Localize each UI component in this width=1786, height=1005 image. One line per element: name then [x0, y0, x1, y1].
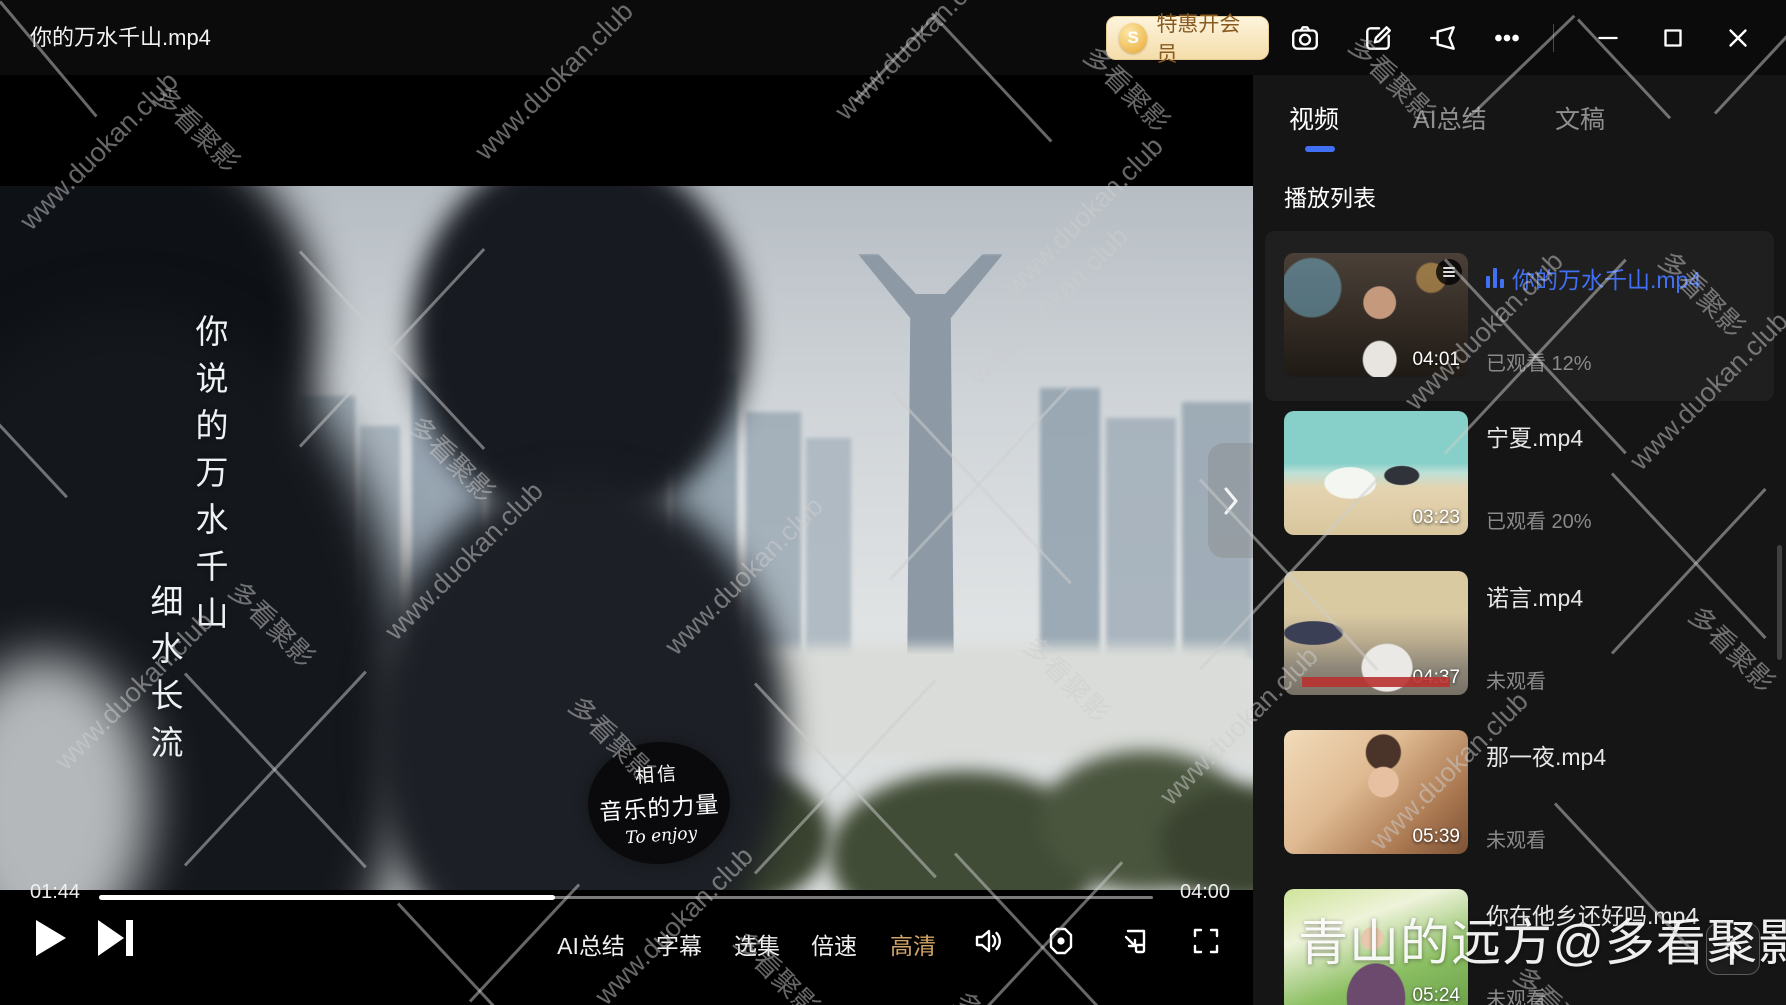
next-icon [98, 920, 124, 956]
logo-text-line1: 相信 [634, 759, 680, 789]
record-lens-icon [1045, 925, 1077, 957]
volume-button[interactable] [972, 925, 1004, 957]
logo-text-line3: To enjoy [625, 823, 698, 848]
maximize-button[interactable] [1657, 22, 1689, 54]
video-thumbnail[interactable]: 05:24 [1284, 889, 1468, 1005]
playlist-item-title[interactable]: 宁夏.mp4 [1486, 419, 1583, 453]
building-silhouette [1040, 388, 1100, 656]
arrow-up-icon [1720, 936, 1746, 962]
titlebar: 你的万水千山.mp4 S 特惠开会员 [0, 0, 1786, 75]
playlist-item-title[interactable]: 那一夜.mp4 [1486, 738, 1606, 772]
duration-badge: 05:24 [1412, 985, 1460, 1005]
watch-status: 未观看 [1486, 983, 1546, 1005]
episodes-button[interactable]: 选集 [734, 927, 780, 961]
lyrics-column-1: 你说的万水千山 [185, 314, 233, 643]
playlist-item-title[interactable]: 诺言.mp4 [1486, 579, 1583, 613]
lyrics-column-2: 细水长流 [140, 584, 188, 772]
progress-played [99, 895, 555, 900]
video-thumbnail[interactable]: 04:37 [1284, 571, 1468, 695]
ellipsis-icon [1492, 23, 1522, 53]
speaker-icon [972, 925, 1004, 957]
next-button[interactable] [98, 920, 142, 956]
pin-icon [1428, 23, 1458, 53]
vip-coin-icon: S [1119, 23, 1147, 53]
watch-status: 未观看 [1486, 665, 1546, 694]
minimize-button[interactable] [1592, 22, 1624, 54]
pin-on-top-button[interactable] [1427, 22, 1459, 54]
playlist-item[interactable]: 04:37 诺言.mp4 未观看 [1253, 571, 1786, 729]
video-thumbnail[interactable]: 03:23 [1284, 411, 1468, 535]
tab-ai-summary[interactable]: AI总结 [1413, 100, 1487, 136]
watch-status: 已观看 12% [1486, 347, 1592, 376]
close-button[interactable] [1722, 22, 1754, 54]
playlist-item-title[interactable]: 你在他乡还好吗.mp4 [1486, 897, 1698, 931]
duration-badge: 04:37 [1412, 667, 1460, 689]
playlist-item-title[interactable]: 你的万水千山.mp4 [1486, 261, 1701, 295]
subtitles-button[interactable]: 字幕 [656, 927, 702, 961]
notes-edit-button[interactable] [1362, 22, 1394, 54]
video-thumbnail[interactable]: 04:01 [1284, 253, 1468, 377]
scroll-to-top-button[interactable] [1706, 923, 1760, 975]
video-player-window: 你的万水千山.mp4 S 特惠开会员 [0, 0, 1786, 1005]
sidebar-collapse-handle[interactable] [1208, 443, 1253, 558]
picture-in-picture-icon [1118, 925, 1150, 957]
current-time: 01:44 [30, 881, 80, 904]
chevron-right-icon [1220, 484, 1242, 518]
thumbnail-menu-icon [1436, 259, 1462, 285]
vip-button-label: 特惠开会员 [1156, 8, 1256, 68]
playlist-item[interactable]: 03:23 宁夏.mp4 已观看 20% [1253, 411, 1786, 569]
more-options-button[interactable] [1491, 22, 1523, 54]
duration-badge: 04:01 [1412, 349, 1460, 371]
progress-bar[interactable] [99, 895, 1153, 900]
tab-transcript[interactable]: 文稿 [1555, 100, 1605, 136]
playlist-header: 播放列表 [1284, 179, 1376, 213]
quality-button[interactable]: 高清 [890, 927, 936, 961]
window-title: 你的万水千山.mp4 [30, 0, 211, 75]
tab-video[interactable]: 视频 [1289, 100, 1339, 136]
watch-status: 已观看 20% [1486, 505, 1592, 534]
playlist-item[interactable]: 04:01 你的万水千山.mp4 已观看 12% [1253, 253, 1786, 411]
total-time: 04:00 [1180, 881, 1230, 904]
duration-badge: 03:23 [1412, 507, 1460, 529]
titlebar-divider [1553, 24, 1554, 52]
minimize-icon [1593, 23, 1623, 53]
speed-button[interactable]: 倍速 [811, 927, 857, 961]
note-edit-icon [1363, 23, 1393, 53]
video-thumbnail[interactable]: 05:39 [1284, 730, 1468, 854]
skyscraper-tower [858, 254, 1003, 654]
ai-summary-button[interactable]: AI总结 [557, 927, 625, 961]
close-icon [1723, 23, 1753, 53]
video-canvas[interactable]: 你说的万水千山 细水长流 相信 音乐的力量 To enjoy [0, 186, 1253, 890]
logo-text-line2: 音乐的力量 [598, 785, 720, 827]
play-button[interactable] [36, 920, 66, 956]
sidebar: 视频 AI总结 文稿 播放列表 04:01 你的万水千山.mp4 已观看 12%… [1253, 75, 1786, 1005]
fullscreen-button[interactable] [1190, 925, 1222, 957]
vip-membership-button[interactable]: S 特惠开会员 [1106, 16, 1269, 60]
camera-icon [1290, 23, 1320, 53]
watch-status: 未观看 [1486, 824, 1546, 853]
building-silhouette [806, 438, 851, 658]
duration-badge: 05:39 [1412, 826, 1460, 848]
playlist-scrollbar[interactable] [1777, 545, 1782, 660]
screenshot-camera-button[interactable] [1289, 22, 1321, 54]
record-button[interactable] [1045, 925, 1077, 957]
playlist-item[interactable]: 05:39 那一夜.mp4 未观看 [1253, 730, 1786, 888]
building-silhouette [1106, 418, 1176, 658]
maximize-icon [1658, 23, 1688, 53]
player-area: 你说的万水千山 细水长流 相信 音乐的力量 To enjoy 01:44 04:… [0, 75, 1253, 1005]
active-tab-indicator [1305, 146, 1335, 152]
now-playing-icon [1486, 268, 1504, 288]
mini-window-button[interactable] [1118, 925, 1150, 957]
fullscreen-icon [1190, 925, 1222, 957]
